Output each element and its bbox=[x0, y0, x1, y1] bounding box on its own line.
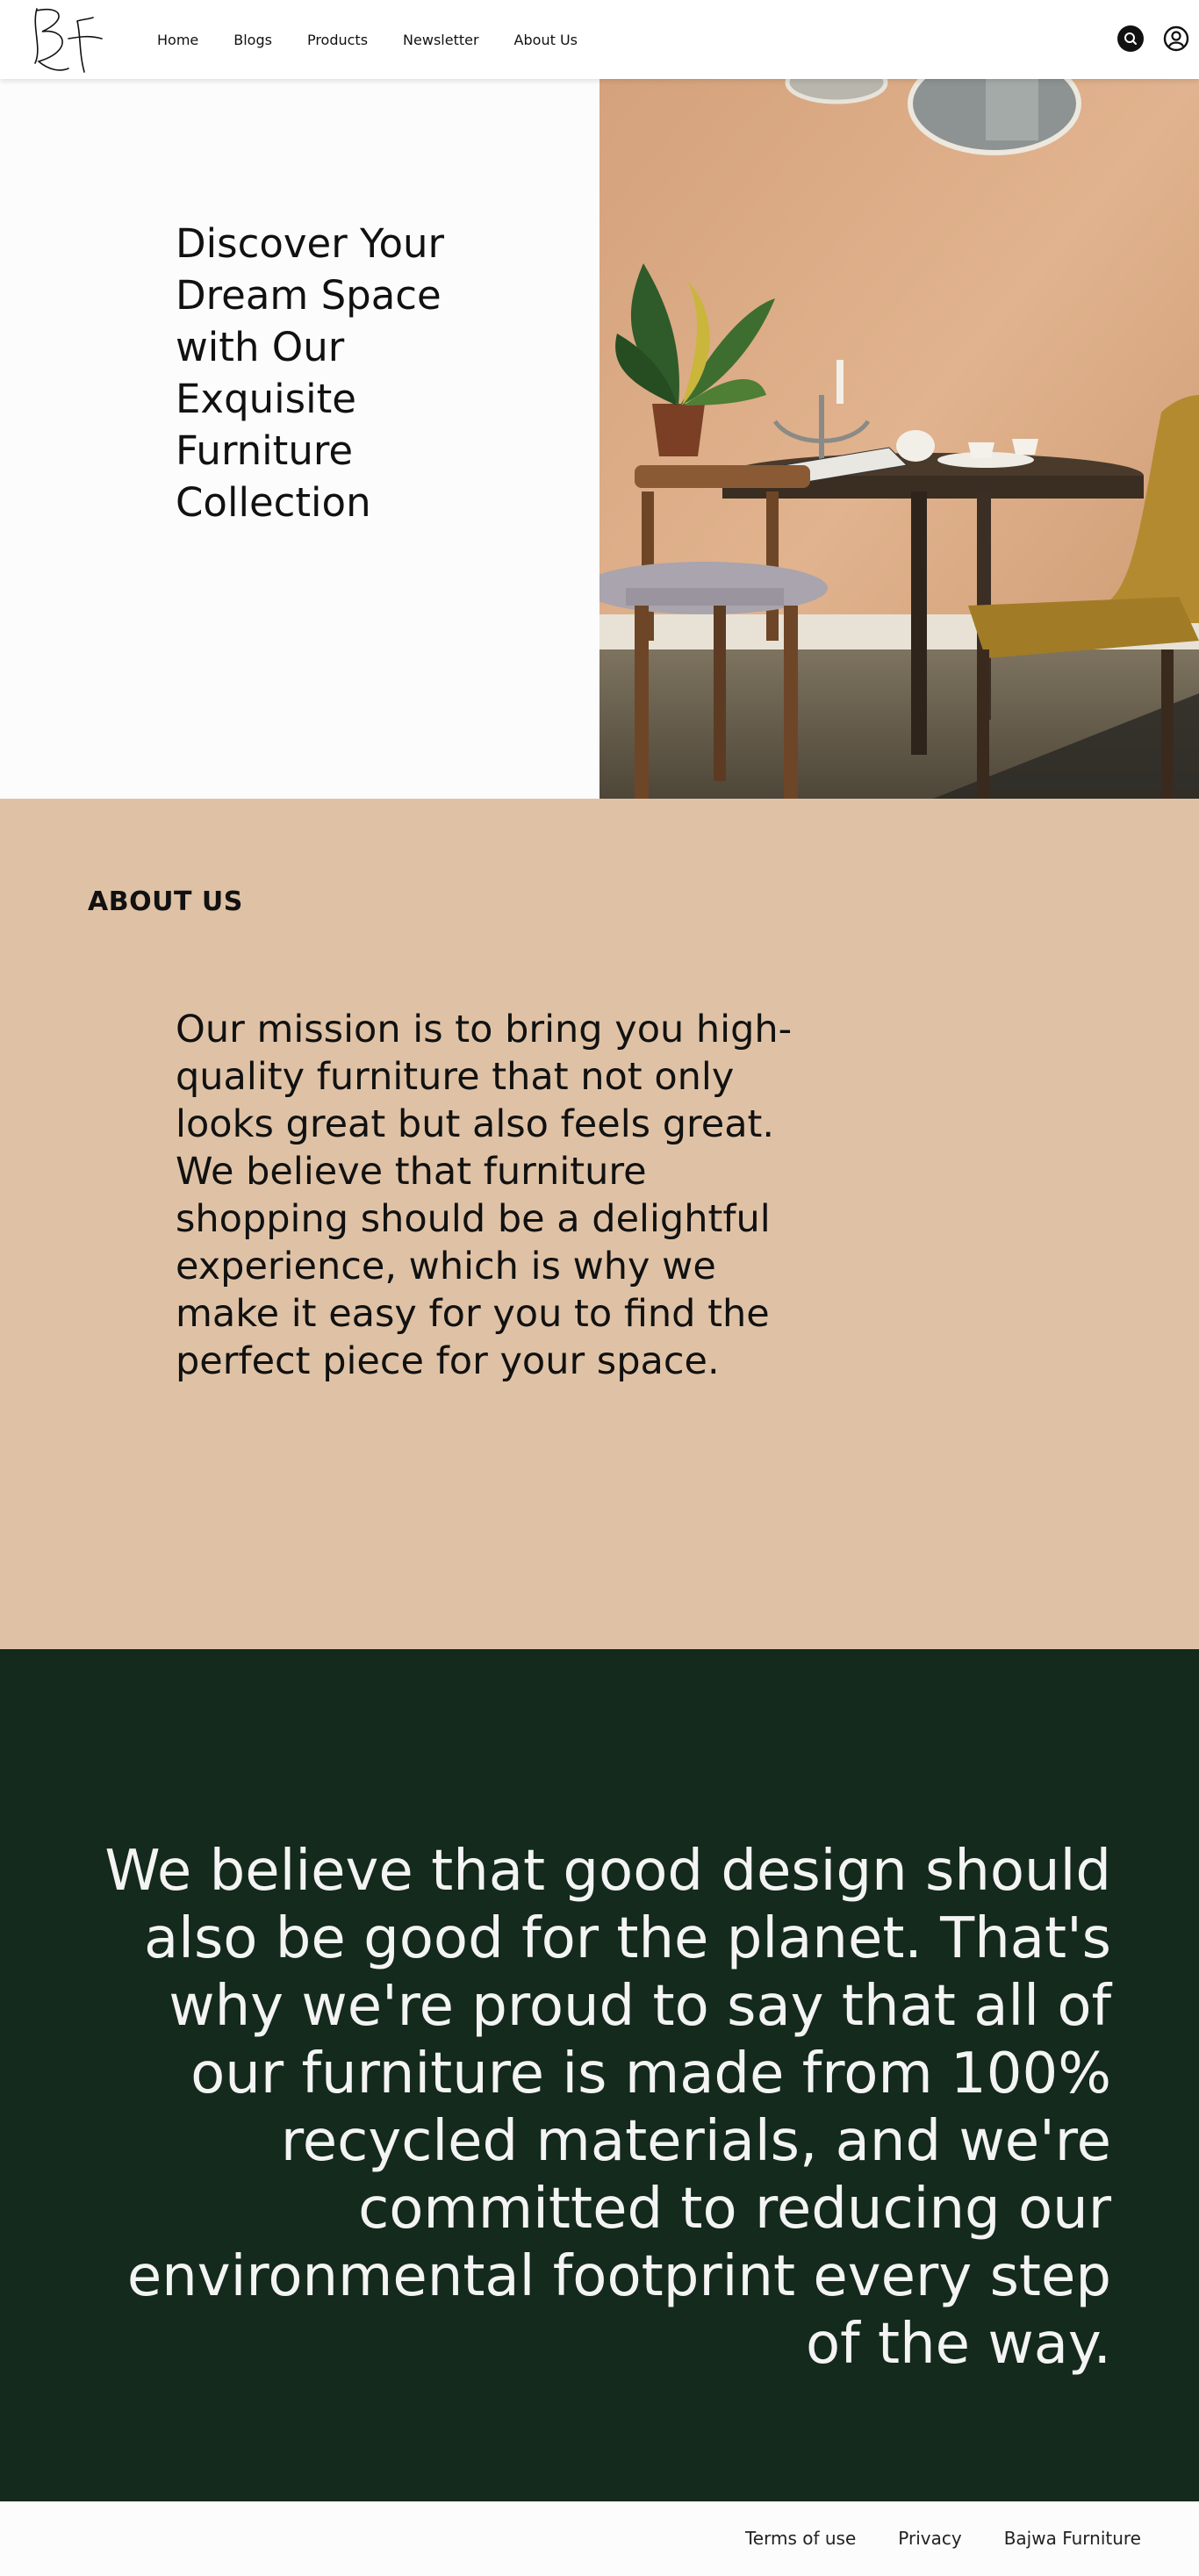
sustainability-text: We believe that good design should also … bbox=[104, 1839, 1111, 2377]
footer-link-brand[interactable]: Bajwa Furniture bbox=[1004, 2528, 1141, 2549]
footer-link-terms[interactable]: Terms of use bbox=[745, 2528, 856, 2549]
about-mission-text: Our mission is to bring you high-quality… bbox=[176, 1008, 793, 1383]
nav-link-newsletter[interactable]: Newsletter bbox=[403, 32, 479, 48]
user-icon[interactable] bbox=[1162, 25, 1190, 53]
hero-title: Discover Your Dream Space with Our Exqui… bbox=[176, 220, 445, 526]
main-menu: Home Blogs Products Newsletter About Us bbox=[157, 0, 613, 79]
footer-link-privacy[interactable]: Privacy bbox=[898, 2528, 961, 2549]
nav-link-blogs[interactable]: Blogs bbox=[233, 32, 272, 48]
nav-link-home[interactable]: Home bbox=[157, 32, 198, 48]
hero-section: Discover Your Dream Space with Our Exqui… bbox=[0, 79, 1199, 799]
brand-logo[interactable] bbox=[26, 0, 105, 75]
about-section: ABOUT US Our mission is to bring you hig… bbox=[0, 799, 1199, 1649]
footer: Terms of use Privacy Bajwa Furniture bbox=[0, 2501, 1199, 2576]
about-heading: ABOUT US bbox=[88, 886, 243, 917]
footer-links: Terms of use Privacy Bajwa Furniture bbox=[745, 2528, 1141, 2549]
nav-link-about-us[interactable]: About Us bbox=[514, 32, 578, 48]
nav-link-products[interactable]: Products bbox=[307, 32, 368, 48]
top-navbar: Home Blogs Products Newsletter About Us bbox=[0, 0, 1199, 79]
search-icon[interactable] bbox=[1116, 25, 1145, 53]
nav-icon-group bbox=[1116, 25, 1190, 53]
hero-image bbox=[600, 79, 1199, 799]
sustainability-section: We believe that good design should also … bbox=[0, 1649, 1199, 2501]
